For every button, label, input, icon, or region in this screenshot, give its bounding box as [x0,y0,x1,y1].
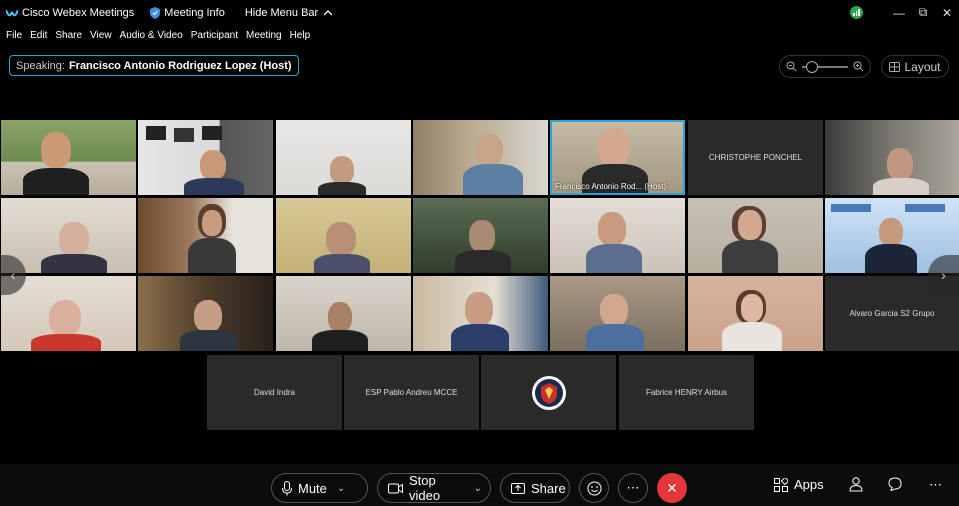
video-tile[interactable] [138,276,273,351]
menu-file[interactable]: File [6,30,22,41]
zoom-control [779,55,871,78]
stop-video-label: Stop video [409,473,441,503]
webex-logo-icon [6,9,18,16]
speaker-name: Francisco Antonio Rodriguez Lopez (Host) [68,59,292,72]
title-bar: Cisco Webex Meetings Meeting Info Hide M… [0,0,959,25]
menu-meeting[interactable]: Meeting [246,30,282,41]
active-speaker-banner: Speaking: Francisco Antonio Rodriguez Lo… [9,55,299,76]
participant-name: Alvaro Garcia S2 Grupo [849,309,935,318]
chevron-down-icon[interactable]: ⌄ [337,483,345,494]
meeting-controls-bar: Mute ⌄ Stop video ⌄ Share ⋯ ✕ Apps ⋯ [0,464,959,506]
hide-menu-bar-button[interactable]: Hide Menu Bar [245,7,333,19]
more-dots-icon: ⋯ [626,480,640,495]
participant-name: David Indra [254,388,295,397]
zoom-in-icon[interactable] [853,61,864,72]
more-panels-button[interactable]: ⋯ [929,477,942,493]
leave-meeting-button[interactable]: ✕ [657,473,687,503]
apps-button[interactable]: Apps [774,477,824,492]
chat-bubble-icon [888,477,902,491]
layout-button[interactable]: Layout [881,55,949,78]
participant-name-tag: Francisco Antonio Rod... (Host) [555,182,667,191]
menu-view[interactable]: View [90,30,112,41]
meeting-info-button[interactable]: Meeting Info [150,6,225,19]
name-only-tile[interactable]: Fabrice HENRY Airbus [619,355,754,430]
app-title: Cisco Webex Meetings [22,6,135,19]
name-only-tile[interactable]: ESP Pablo Andreu MCCE [344,355,479,430]
video-tile[interactable] [825,120,959,195]
menu-share[interactable]: Share [55,30,82,41]
participants-icon [849,477,863,492]
video-tile[interactable] [550,198,685,273]
video-camera-icon [388,483,403,493]
avatar-tile[interactable] [481,355,616,430]
video-tile[interactable] [1,120,136,195]
video-tile[interactable] [276,276,411,351]
reactions-button[interactable] [579,473,609,503]
video-tile[interactable] [688,276,823,351]
share-screen-icon [511,482,525,494]
participants-button[interactable] [849,477,863,492]
video-tile[interactable] [413,276,548,351]
layout-label: Layout [904,59,941,74]
more-options-button[interactable]: ⋯ [618,473,648,503]
video-tile-active-speaker[interactable]: Francisco Antonio Rod... (Host) [550,120,685,195]
video-tile[interactable] [276,198,411,273]
video-tile[interactable] [138,198,273,273]
participant-name: ESP Pablo Andreu MCCE [365,388,458,397]
meeting-info-label: Meeting Info [164,6,225,19]
network-health-icon[interactable] [850,6,863,19]
apps-label: Apps [794,477,824,492]
minimize-icon[interactable]: — [887,0,911,25]
stop-video-button[interactable]: Stop video ⌄ [377,473,491,503]
video-tile[interactable] [413,120,548,195]
menu-participant[interactable]: Participant [191,30,238,41]
more-dots-icon: ⋯ [929,477,942,492]
speaking-label: Speaking: [16,59,65,72]
mute-button[interactable]: Mute ⌄ [271,473,368,503]
video-tile[interactable] [688,198,823,273]
apps-grid-icon [774,477,788,492]
close-icon: ✕ [666,479,678,496]
menu-help[interactable]: Help [290,30,311,41]
participant-name: CHRISTOPHE PONCHEL [708,153,803,162]
name-only-tile[interactable]: CHRISTOPHE PONCHEL [688,120,823,195]
app-title-group: Cisco Webex Meetings [0,7,134,19]
close-icon[interactable]: ✕ [935,0,959,25]
chevron-down-icon[interactable]: ⌄ [474,483,482,494]
shield-icon [150,6,161,19]
video-tile[interactable] [550,276,685,351]
chat-button[interactable] [888,477,902,491]
zoom-slider[interactable] [802,60,848,73]
video-tile[interactable] [276,120,411,195]
menu-bar: File Edit Share View Audio & Video Parti… [0,25,959,45]
video-tile[interactable] [138,120,273,195]
window-controls: — ⧉ ✕ [850,0,959,25]
name-only-tile[interactable]: David Indra [207,355,342,430]
share-label: Share [531,480,566,496]
smiley-icon [587,481,601,495]
menu-edit[interactable]: Edit [30,30,47,41]
zoom-out-icon[interactable] [786,61,797,72]
zoom-slider-handle[interactable] [806,60,818,73]
hide-menu-label: Hide Menu Bar [244,6,319,19]
restore-icon[interactable]: ⧉ [911,0,935,25]
video-tile[interactable] [413,198,548,273]
mute-label: Mute [298,480,327,496]
menu-audio-video[interactable]: Audio & Video [120,30,183,41]
participant-name: Fabrice HENRY Airbus [645,388,728,397]
chevron-up-icon [323,10,333,16]
avatar-emblem-icon [531,375,566,410]
microphone-icon [282,480,292,495]
share-button[interactable]: Share [500,473,570,503]
layout-grid-icon [889,61,901,72]
